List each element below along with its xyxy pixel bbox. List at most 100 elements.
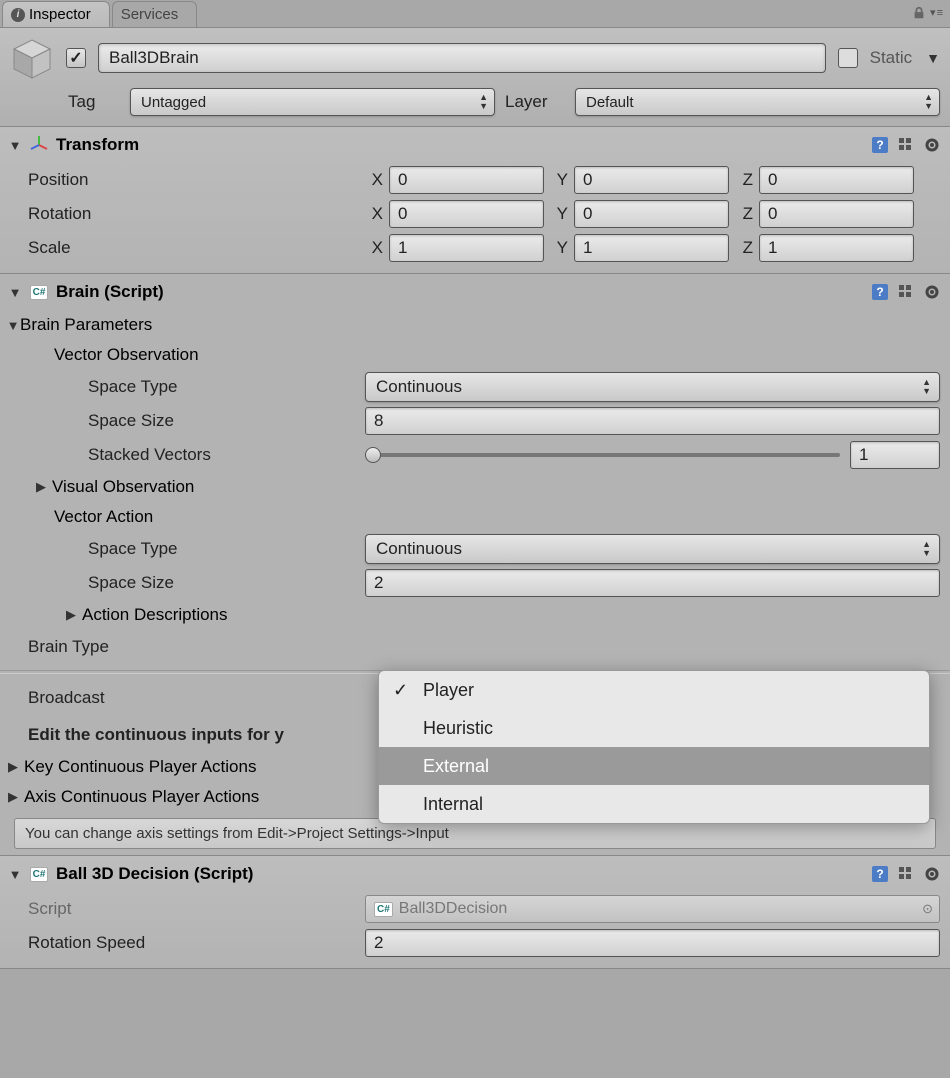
- csharp-icon: C#: [28, 281, 50, 303]
- gameobject-icon[interactable]: [10, 36, 54, 80]
- scale-y-input[interactable]: [574, 234, 729, 262]
- rotation-z-input[interactable]: [759, 200, 914, 228]
- script-field[interactable]: C# Ball3DDecision ⊙: [365, 895, 940, 923]
- tab-bar: i Inspector Services ▾≡: [0, 0, 950, 28]
- stacked-vectors-input[interactable]: [850, 441, 940, 469]
- foldout-toggle[interactable]: [8, 285, 22, 300]
- z-label: Z: [735, 204, 753, 224]
- object-picker-icon[interactable]: ⊙: [922, 901, 933, 917]
- info-icon: i: [11, 8, 25, 22]
- position-label: Position: [28, 170, 88, 190]
- x-label: X: [365, 204, 383, 224]
- help-icon[interactable]: ?: [870, 864, 890, 884]
- tab-options-icon[interactable]: ▾≡: [930, 10, 944, 16]
- x-label: X: [365, 238, 383, 258]
- brain-params-label: Brain Parameters: [20, 315, 152, 335]
- svg-text:?: ?: [876, 285, 883, 299]
- foldout-toggle[interactable]: [6, 759, 20, 775]
- script-value: Ball3DDecision: [399, 900, 508, 918]
- reset-icon[interactable]: [896, 135, 916, 155]
- brain-title: Brain (Script): [56, 282, 870, 302]
- tab-inspector-label: Inspector: [29, 6, 91, 23]
- brain-type-option-external[interactable]: External: [379, 747, 929, 785]
- foldout-toggle[interactable]: [6, 789, 20, 805]
- script-label: Script: [28, 899, 71, 919]
- tab-services[interactable]: Services: [112, 1, 198, 27]
- edit-inputs-message: Edit the continuous inputs for y: [28, 725, 284, 745]
- act-space-size-input[interactable]: [365, 569, 940, 597]
- foldout-toggle[interactable]: [64, 607, 78, 623]
- rotation-speed-input[interactable]: [365, 929, 940, 957]
- updown-icon: ▲▼: [479, 93, 488, 111]
- brain-type-label: Brain Type: [28, 637, 109, 657]
- static-dropdown-icon[interactable]: ▼: [926, 50, 940, 66]
- act-space-type-label: Space Type: [88, 539, 177, 559]
- gameobject-active-checkbox[interactable]: [66, 48, 86, 68]
- position-x-input[interactable]: [389, 166, 544, 194]
- svg-text:?: ?: [876, 867, 883, 881]
- scale-z-input[interactable]: [759, 234, 914, 262]
- obs-space-type-label: Space Type: [88, 377, 177, 397]
- decision-component: C# Ball 3D Decision (Script) ? Script C#…: [0, 856, 950, 969]
- help-icon[interactable]: ?: [870, 135, 890, 155]
- tag-dropdown[interactable]: Untagged ▲▼: [130, 88, 495, 116]
- reset-icon[interactable]: [896, 282, 916, 302]
- act-space-size-label: Space Size: [88, 573, 174, 593]
- y-label: Y: [550, 170, 568, 190]
- position-z-input[interactable]: [759, 166, 914, 194]
- action-descriptions-label: Action Descriptions: [82, 605, 228, 625]
- updown-icon: ▲▼: [922, 378, 931, 396]
- key-continuous-label: Key Continuous Player Actions: [24, 757, 256, 777]
- static-label: Static: [870, 48, 913, 68]
- gear-icon[interactable]: [922, 864, 942, 884]
- transform-icon: [28, 134, 50, 156]
- layer-dropdown[interactable]: Default ▲▼: [575, 88, 940, 116]
- checkmark-icon: ✓: [393, 680, 423, 701]
- stacked-vectors-label: Stacked Vectors: [88, 445, 211, 465]
- brain-type-option-internal[interactable]: Internal: [379, 785, 929, 823]
- brain-type-option-heuristic[interactable]: Heuristic: [379, 709, 929, 747]
- static-checkbox[interactable]: [838, 48, 858, 68]
- gameobject-name-input[interactable]: [98, 43, 826, 73]
- lock-icon[interactable]: [912, 6, 926, 20]
- option-label: Player: [423, 680, 474, 701]
- obs-space-type-dropdown[interactable]: Continuous ▲▼: [365, 372, 940, 402]
- obs-space-type-value: Continuous: [376, 377, 462, 397]
- slider-thumb[interactable]: [365, 447, 381, 463]
- scale-label: Scale: [28, 238, 71, 258]
- position-y-input[interactable]: [574, 166, 729, 194]
- gear-icon[interactable]: [922, 135, 942, 155]
- gameobject-header: Static ▼ Tag Untagged ▲▼ Layer Default ▲…: [0, 28, 950, 127]
- csharp-icon: C#: [374, 902, 393, 917]
- stacked-vectors-slider[interactable]: [365, 453, 840, 457]
- x-label: X: [365, 170, 383, 190]
- axis-hint-text: You can change axis settings from Edit->…: [25, 825, 449, 842]
- foldout-toggle[interactable]: [6, 318, 20, 333]
- vector-action-label: Vector Action: [54, 507, 153, 527]
- rotation-speed-label: Rotation Speed: [28, 933, 145, 953]
- rotation-x-input[interactable]: [389, 200, 544, 228]
- rotation-y-input[interactable]: [574, 200, 729, 228]
- decision-title: Ball 3D Decision (Script): [56, 864, 870, 884]
- brain-type-option-player[interactable]: ✓ Player: [379, 671, 929, 709]
- tab-inspector[interactable]: i Inspector: [2, 1, 110, 27]
- option-label: Heuristic: [423, 718, 493, 739]
- help-icon[interactable]: ?: [870, 282, 890, 302]
- obs-space-size-input[interactable]: [365, 407, 940, 435]
- foldout-toggle[interactable]: [34, 479, 48, 495]
- scale-x-input[interactable]: [389, 234, 544, 262]
- tab-services-label: Services: [121, 6, 179, 23]
- updown-icon: ▲▼: [924, 93, 933, 111]
- tag-label: Tag: [68, 92, 120, 112]
- gear-icon[interactable]: [922, 282, 942, 302]
- foldout-toggle[interactable]: [8, 138, 22, 153]
- updown-icon: ▲▼: [922, 540, 931, 558]
- reset-icon[interactable]: [896, 864, 916, 884]
- brain-type-popup: ✓ Player Heuristic External Internal: [378, 670, 930, 824]
- act-space-type-dropdown[interactable]: Continuous ▲▼: [365, 534, 940, 564]
- foldout-toggle[interactable]: [8, 867, 22, 882]
- broadcast-label: Broadcast: [28, 688, 105, 708]
- act-space-type-value: Continuous: [376, 539, 462, 559]
- y-label: Y: [550, 204, 568, 224]
- layer-value: Default: [586, 94, 634, 111]
